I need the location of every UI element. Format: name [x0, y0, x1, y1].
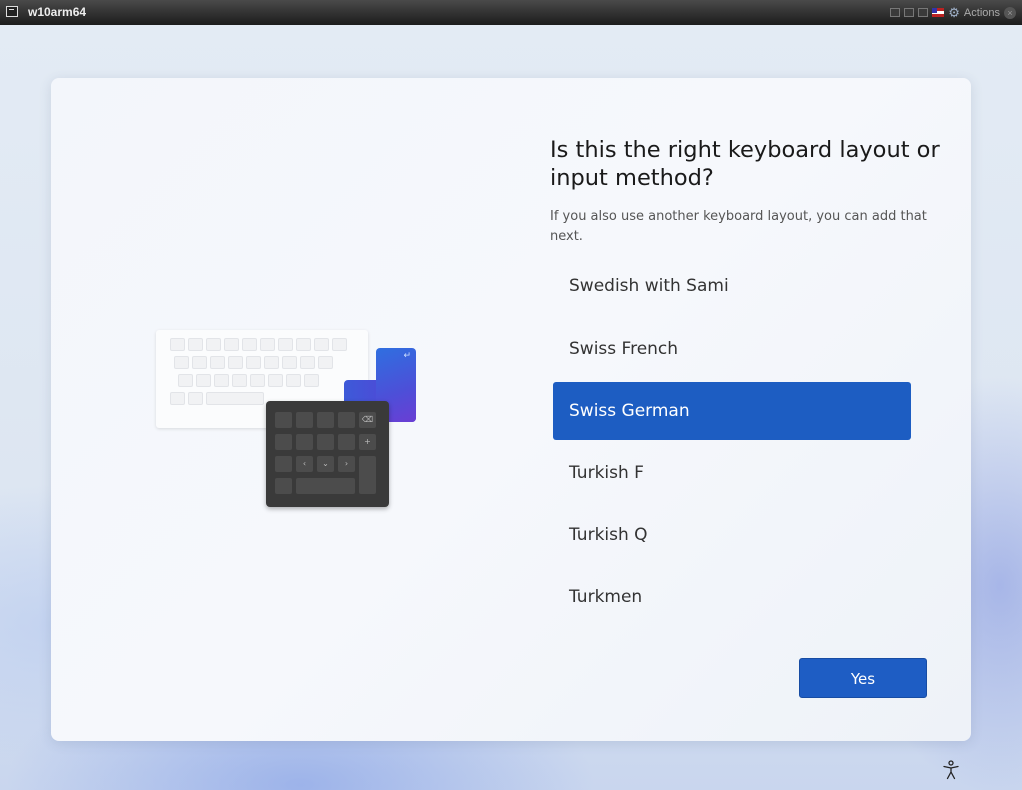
key-shape — [170, 338, 185, 351]
key-shape — [224, 338, 239, 351]
actions-menu[interactable]: Actions — [964, 7, 1000, 19]
window-titlebar: w10arm64 ⚙ Actions × — [0, 0, 1022, 25]
key-shape — [206, 392, 264, 405]
accessibility-icon[interactable] — [940, 759, 962, 781]
numpad-image: ⌫ + ‹ ⌄ › — [266, 401, 389, 507]
window-mode-button-1[interactable] — [890, 8, 901, 17]
language-flag-icon[interactable] — [932, 8, 945, 17]
numpad-key-shape — [317, 434, 334, 450]
key-shape — [170, 392, 185, 405]
page-title: Is this the right keyboard layout or inp… — [550, 137, 940, 191]
numpad-key-shape: ⌫ — [359, 412, 376, 428]
layout-item[interactable]: Turkish Q — [553, 506, 911, 564]
numpad-key-shape — [275, 412, 292, 428]
layout-item[interactable]: Swiss French — [553, 320, 911, 378]
key-shape — [264, 356, 279, 369]
layout-item[interactable]: Turkmen — [553, 568, 911, 626]
numpad-key-shape — [317, 412, 334, 428]
numpad-key-shape — [275, 434, 292, 450]
key-shape — [318, 356, 333, 369]
numpad-key-shape — [296, 478, 355, 494]
key-shape — [250, 374, 265, 387]
window-mode-button-3[interactable] — [918, 8, 929, 17]
key-shape — [188, 392, 203, 405]
numpad-key-shape: ‹ — [296, 456, 313, 472]
yes-button[interactable]: Yes — [799, 658, 927, 698]
key-shape — [260, 338, 275, 351]
key-shape — [192, 356, 207, 369]
key-shape — [268, 374, 283, 387]
keyboard-layout-list[interactable]: Swedish with Sami Swiss French Swiss Ger… — [553, 256, 911, 630]
key-shape — [282, 356, 297, 369]
key-shape — [300, 356, 315, 369]
numpad-key-shape: ⌄ — [317, 456, 334, 472]
titlebar-controls: ⚙ Actions × — [890, 4, 1016, 21]
key-shape — [196, 374, 211, 387]
numpad-key-shape — [359, 456, 376, 494]
gear-icon[interactable]: ⚙ — [948, 6, 960, 19]
numpad-key-shape: + — [359, 434, 376, 450]
key-shape — [206, 338, 221, 351]
numpad-key-shape — [338, 412, 355, 428]
app-icon — [6, 6, 18, 17]
layout-item[interactable]: Turkish F — [553, 444, 911, 502]
key-shape — [242, 338, 257, 351]
key-shape — [296, 338, 311, 351]
window-title: w10arm64 — [28, 5, 87, 19]
key-shape — [178, 374, 193, 387]
key-shape — [278, 338, 293, 351]
key-shape — [188, 338, 203, 351]
layout-item[interactable]: Swiss German — [553, 382, 911, 440]
key-shape — [228, 356, 243, 369]
keyboard-illustration: ↵ ⌫ + ‹ ⌄ › — [156, 330, 421, 510]
key-shape — [304, 374, 319, 387]
numpad-key-shape — [296, 434, 313, 450]
numpad-key-shape — [296, 412, 313, 428]
key-shape — [174, 356, 189, 369]
key-shape — [246, 356, 261, 369]
page-subtitle: If you also use another keyboard layout,… — [550, 209, 927, 244]
key-shape — [232, 374, 247, 387]
numpad-key-shape — [338, 434, 355, 450]
key-shape — [210, 356, 225, 369]
key-shape — [314, 338, 329, 351]
numpad-key-shape: › — [338, 456, 355, 472]
key-shape — [214, 374, 229, 387]
numpad-key-shape — [275, 478, 292, 494]
layout-item[interactable]: Swedish with Sami — [553, 256, 911, 316]
numpad-key-shape — [275, 456, 292, 472]
key-shape — [286, 374, 301, 387]
close-icon[interactable]: × — [1004, 6, 1016, 19]
key-shape — [332, 338, 347, 351]
window-mode-button-2[interactable] — [904, 8, 915, 17]
